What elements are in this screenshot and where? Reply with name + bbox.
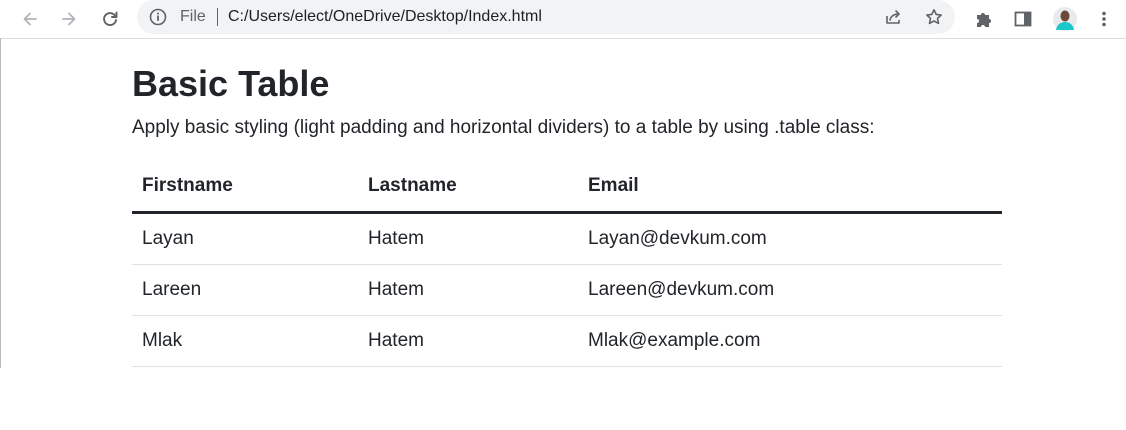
- share-icon: [883, 7, 903, 27]
- basic-table: Firstname Lastname Email Layan Hatem Lay…: [132, 165, 1002, 367]
- side-panel-button[interactable]: [1009, 5, 1037, 33]
- cell-firstname: Mlak: [132, 315, 358, 367]
- page-description: Apply basic styling (light padding and h…: [132, 117, 875, 138]
- side-panel-icon: [1013, 9, 1033, 29]
- forward-arrow-icon: [59, 9, 79, 29]
- cell-firstname: Layan: [132, 212, 358, 265]
- reload-icon: [100, 9, 120, 29]
- cell-email: Mlak@example.com: [578, 315, 1002, 367]
- table-row: Lareen Hatem Lareen@devkum.com: [132, 264, 1002, 316]
- omnibox-separator: [217, 8, 218, 26]
- browser-toolbar: File C:/Users/elect/OneDrive/Desktop/Ind…: [0, 0, 1126, 39]
- extensions-button[interactable]: [970, 5, 998, 33]
- profile-button[interactable]: [1051, 5, 1079, 33]
- share-button[interactable]: [879, 3, 907, 31]
- star-icon: [924, 7, 944, 27]
- cell-email: Layan@devkum.com: [578, 212, 1002, 265]
- menu-button[interactable]: [1090, 5, 1118, 33]
- back-arrow-icon: [20, 9, 40, 29]
- cell-lastname: Hatem: [358, 315, 578, 367]
- avatar: [1052, 6, 1078, 32]
- url-text[interactable]: C:/Users/elect/OneDrive/Desktop/Index.ht…: [228, 8, 542, 26]
- cell-lastname: Hatem: [358, 264, 578, 316]
- window-edge: [0, 38, 1, 368]
- header-firstname: Firstname: [132, 165, 358, 214]
- back-button[interactable]: [16, 5, 44, 33]
- scheme-label: File: [180, 8, 206, 25]
- kebab-menu-icon: [1094, 9, 1114, 29]
- forward-button[interactable]: [55, 5, 83, 33]
- table-row: Layan Hatem Layan@devkum.com: [132, 212, 1002, 265]
- page-title: Basic Table: [132, 63, 330, 104]
- reload-button[interactable]: [96, 5, 124, 33]
- puzzle-icon: [974, 9, 994, 29]
- info-icon[interactable]: [149, 8, 167, 26]
- cell-lastname: Hatem: [358, 212, 578, 265]
- page-content: Basic Table Apply basic styling (light p…: [132, 60, 1002, 367]
- header-lastname: Lastname: [358, 165, 578, 214]
- cell-email: Lareen@devkum.com: [578, 264, 1002, 316]
- bookmark-button[interactable]: [920, 3, 948, 31]
- cell-firstname: Lareen: [132, 264, 358, 316]
- address-bar[interactable]: File C:/Users/elect/OneDrive/Desktop/Ind…: [137, 0, 955, 34]
- header-email: Email: [578, 165, 1002, 214]
- table-row: Mlak Hatem Mlak@example.com: [132, 315, 1002, 367]
- table-header-row: Firstname Lastname Email: [132, 165, 1002, 214]
